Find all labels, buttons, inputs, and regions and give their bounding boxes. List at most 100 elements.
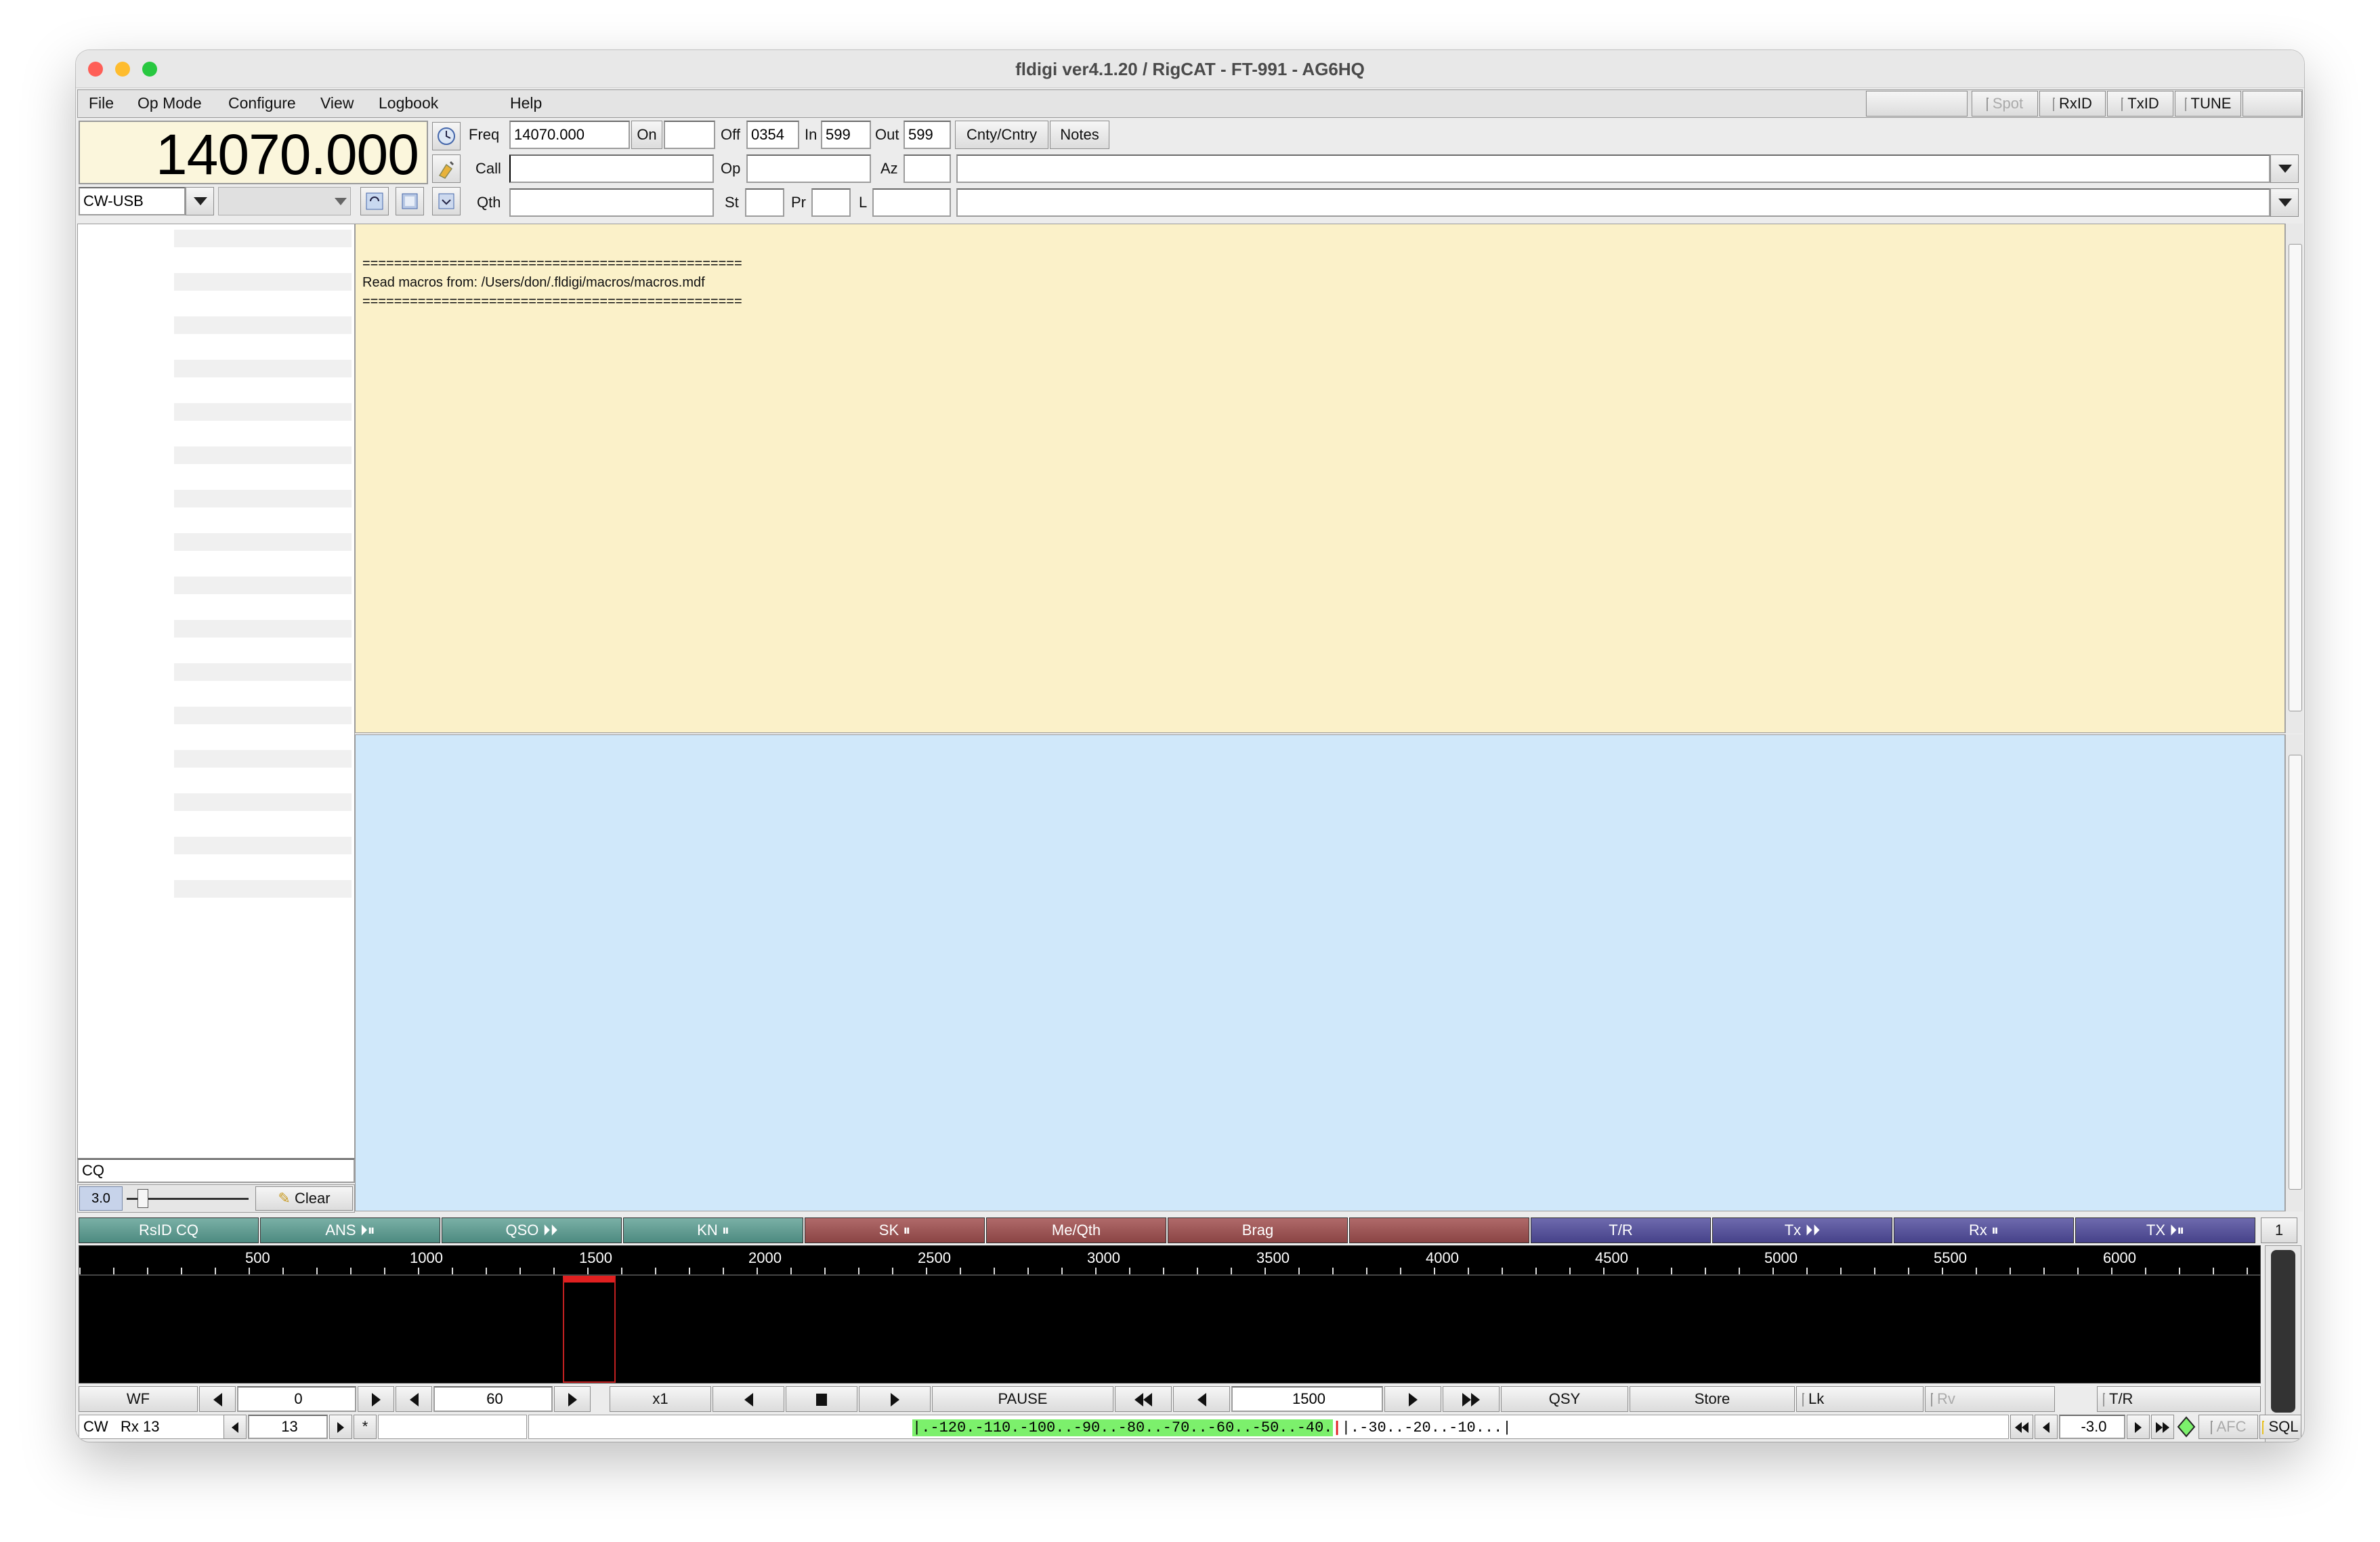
store-button[interactable]: Store — [1630, 1386, 1795, 1412]
list-item[interactable] — [174, 793, 352, 811]
list-item[interactable] — [174, 707, 352, 724]
list-item[interactable] — [174, 273, 352, 291]
list-item[interactable] — [174, 533, 352, 551]
tx-scrollbar[interactable] — [2285, 734, 2303, 1211]
speed-down-icon[interactable] — [396, 1386, 432, 1412]
afc-toggle[interactable]: AFC — [2198, 1415, 2258, 1439]
carrier-cursor[interactable] — [563, 1276, 616, 1383]
scroll-left-icon[interactable] — [713, 1386, 784, 1412]
macro-meqth-button[interactable]: Me/Qth — [986, 1217, 1166, 1243]
sql-max-icon[interactable] — [2151, 1415, 2174, 1439]
qth-field[interactable] — [509, 188, 714, 217]
spot-toggle[interactable]: Spot — [1972, 91, 2038, 117]
mode-dropdown-icon[interactable] — [186, 187, 214, 215]
save-log-icon[interactable] — [432, 187, 461, 215]
macro-tx-stop-button[interactable]: TX ⏵⏸ — [2075, 1217, 2255, 1243]
clock-icon[interactable] — [432, 122, 461, 150]
rst-in-field[interactable]: 599 — [821, 121, 871, 149]
waterfall-scroll-thumb[interactable] — [2271, 1250, 2295, 1413]
wpm-down-icon[interactable] — [224, 1415, 247, 1439]
step-forward-icon[interactable] — [1384, 1386, 1441, 1412]
mode-select[interactable]: CW-USB — [79, 187, 186, 215]
rst-out-field[interactable]: 599 — [904, 121, 951, 149]
sql-level-field[interactable]: -3.0 — [2059, 1415, 2125, 1439]
menu-file[interactable]: File — [89, 94, 114, 112]
sql-toggle[interactable]: SQL — [2259, 1415, 2301, 1439]
offset-up-icon[interactable] — [358, 1386, 394, 1412]
province-field[interactable] — [811, 188, 851, 217]
tx-text-pane[interactable] — [355, 734, 2285, 1211]
country-field[interactable] — [956, 188, 2270, 217]
offset-down-icon[interactable] — [199, 1386, 236, 1412]
speed-field[interactable]: 60 — [433, 1386, 553, 1412]
list-item[interactable] — [174, 230, 352, 247]
macro-bank-button[interactable]: 1 — [2261, 1217, 2297, 1243]
blank-right-button[interactable] — [2243, 91, 2302, 117]
reverse-toggle[interactable]: Rv — [1925, 1386, 2055, 1412]
freq-field[interactable]: 14070.000 — [509, 121, 630, 149]
locator-field[interactable] — [872, 188, 951, 217]
call-field[interactable] — [509, 154, 714, 183]
rx-text-pane[interactable]: ========================================… — [355, 224, 2285, 733]
squelch-slider-handle[interactable] — [137, 1189, 148, 1208]
pause-button[interactable]: PAUSE — [932, 1386, 1113, 1412]
offset-field[interactable]: 0 — [237, 1386, 356, 1412]
tr-toggle[interactable]: T/R — [2097, 1386, 2261, 1412]
fast-rewind-icon[interactable] — [1115, 1386, 1172, 1412]
browser-search-field[interactable]: CQ — [77, 1159, 355, 1183]
macro-brag-button[interactable]: Brag — [1168, 1217, 1348, 1243]
macro-qso-button[interactable]: QSO ⏵⏵ — [442, 1217, 622, 1243]
list-item[interactable] — [174, 316, 352, 334]
macro-tx-button[interactable]: Tx ⏵⏵ — [1712, 1217, 1892, 1243]
macro-kn-button[interactable]: KN ⏸ — [623, 1217, 803, 1243]
macro-empty-button[interactable] — [1349, 1217, 1529, 1243]
list-item[interactable] — [174, 490, 352, 507]
wpm-default-button[interactable]: * — [354, 1415, 377, 1439]
on-time-button[interactable]: On — [631, 121, 662, 149]
list-item[interactable] — [174, 446, 352, 464]
country-dropdown-icon[interactable] — [2270, 188, 2299, 217]
list-item[interactable] — [174, 750, 352, 768]
database-icon[interactable] — [396, 187, 424, 215]
broom-icon[interactable] — [432, 154, 461, 183]
country-button[interactable]: Cnty/Cntry — [955, 121, 1048, 149]
carrier-frequency-field[interactable]: 1500 — [1231, 1386, 1383, 1412]
list-item[interactable] — [174, 620, 352, 638]
rxid-toggle[interactable]: RxID — [2039, 91, 2106, 117]
step-back-icon[interactable] — [1173, 1386, 1230, 1412]
list-item[interactable] — [174, 360, 352, 377]
txid-toggle[interactable]: TxID — [2107, 91, 2173, 117]
macro-sk-button[interactable]: SK ⏸ — [805, 1217, 985, 1243]
notes-button[interactable]: Notes — [1050, 121, 1109, 149]
qsy-button[interactable]: QSY — [1501, 1386, 1628, 1412]
list-item[interactable] — [174, 663, 352, 681]
operator-field[interactable] — [746, 154, 871, 183]
refresh-icon[interactable] — [360, 187, 389, 215]
tune-toggle[interactable]: TUNE — [2175, 91, 2241, 117]
clear-button[interactable]: ✎ Clear — [255, 1186, 353, 1211]
waterfall-ruler[interactable]: 500 1000 1500 2000 2500 3000 3500 4000 4… — [79, 1245, 2261, 1275]
menu-configure[interactable]: Configure — [228, 94, 296, 112]
macro-tr-button[interactable]: T/R — [1531, 1217, 1711, 1243]
sql-up-icon[interactable] — [2127, 1415, 2150, 1439]
scroll-right-icon[interactable] — [859, 1386, 931, 1412]
rx-scrollbar[interactable] — [2285, 224, 2303, 733]
macro-rx-button[interactable]: Rx ⏸ — [1894, 1217, 2074, 1243]
wf-mode-button[interactable]: WF — [79, 1386, 198, 1412]
macro-ans-button[interactable]: ANS ⏵⏸ — [260, 1217, 440, 1243]
stop-icon[interactable] — [786, 1386, 857, 1412]
list-item[interactable] — [174, 837, 352, 854]
menu-view[interactable]: View — [320, 94, 354, 112]
menu-help[interactable]: Help — [510, 94, 542, 112]
zoom-button[interactable]: x1 — [610, 1386, 711, 1412]
off-time-field[interactable]: 0354 — [746, 121, 799, 149]
signal-browser[interactable] — [77, 224, 355, 1159]
waterfall-scrollbar[interactable] — [2265, 1245, 2301, 1442]
wpm-up-icon[interactable] — [329, 1415, 352, 1439]
fast-forward-icon[interactable] — [1443, 1386, 1500, 1412]
notes-dropdown-icon[interactable] — [2270, 154, 2299, 183]
wpm-field[interactable]: 13 — [248, 1415, 328, 1439]
on-time-field[interactable] — [664, 121, 715, 149]
menu-op-mode[interactable]: Op Mode — [137, 94, 202, 112]
list-item[interactable] — [174, 403, 352, 421]
